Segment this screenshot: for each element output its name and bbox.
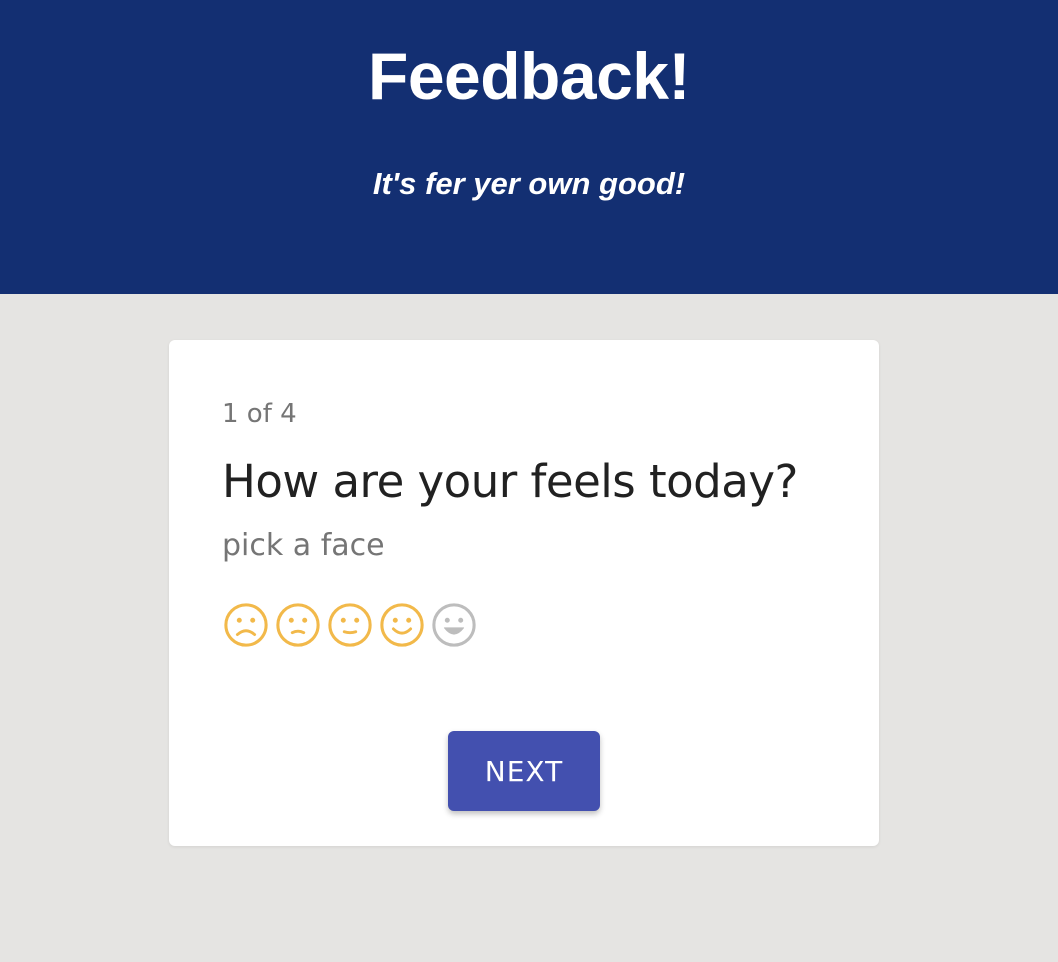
sad-face-icon[interactable] xyxy=(275,602,321,648)
survey-card: 1 of 4 How are your feels today? pick a … xyxy=(169,340,879,846)
page-title: Feedback! xyxy=(368,39,690,113)
question-text: How are your feels today? xyxy=(222,455,798,508)
step-counter: 1 of 4 xyxy=(222,399,297,429)
happy-face-icon[interactable] xyxy=(379,602,425,648)
page-subtitle: It's fer yer own good! xyxy=(372,166,686,201)
face-rating xyxy=(223,602,477,650)
page-header: Feedback! It's fer yer own good! xyxy=(0,0,1058,294)
next-button[interactable]: NEXT xyxy=(448,731,600,811)
neutral-face-icon[interactable] xyxy=(327,602,373,648)
very-happy-face-icon[interactable] xyxy=(431,602,477,648)
very-sad-face-icon[interactable] xyxy=(223,602,269,648)
question-hint: pick a face xyxy=(222,528,385,563)
